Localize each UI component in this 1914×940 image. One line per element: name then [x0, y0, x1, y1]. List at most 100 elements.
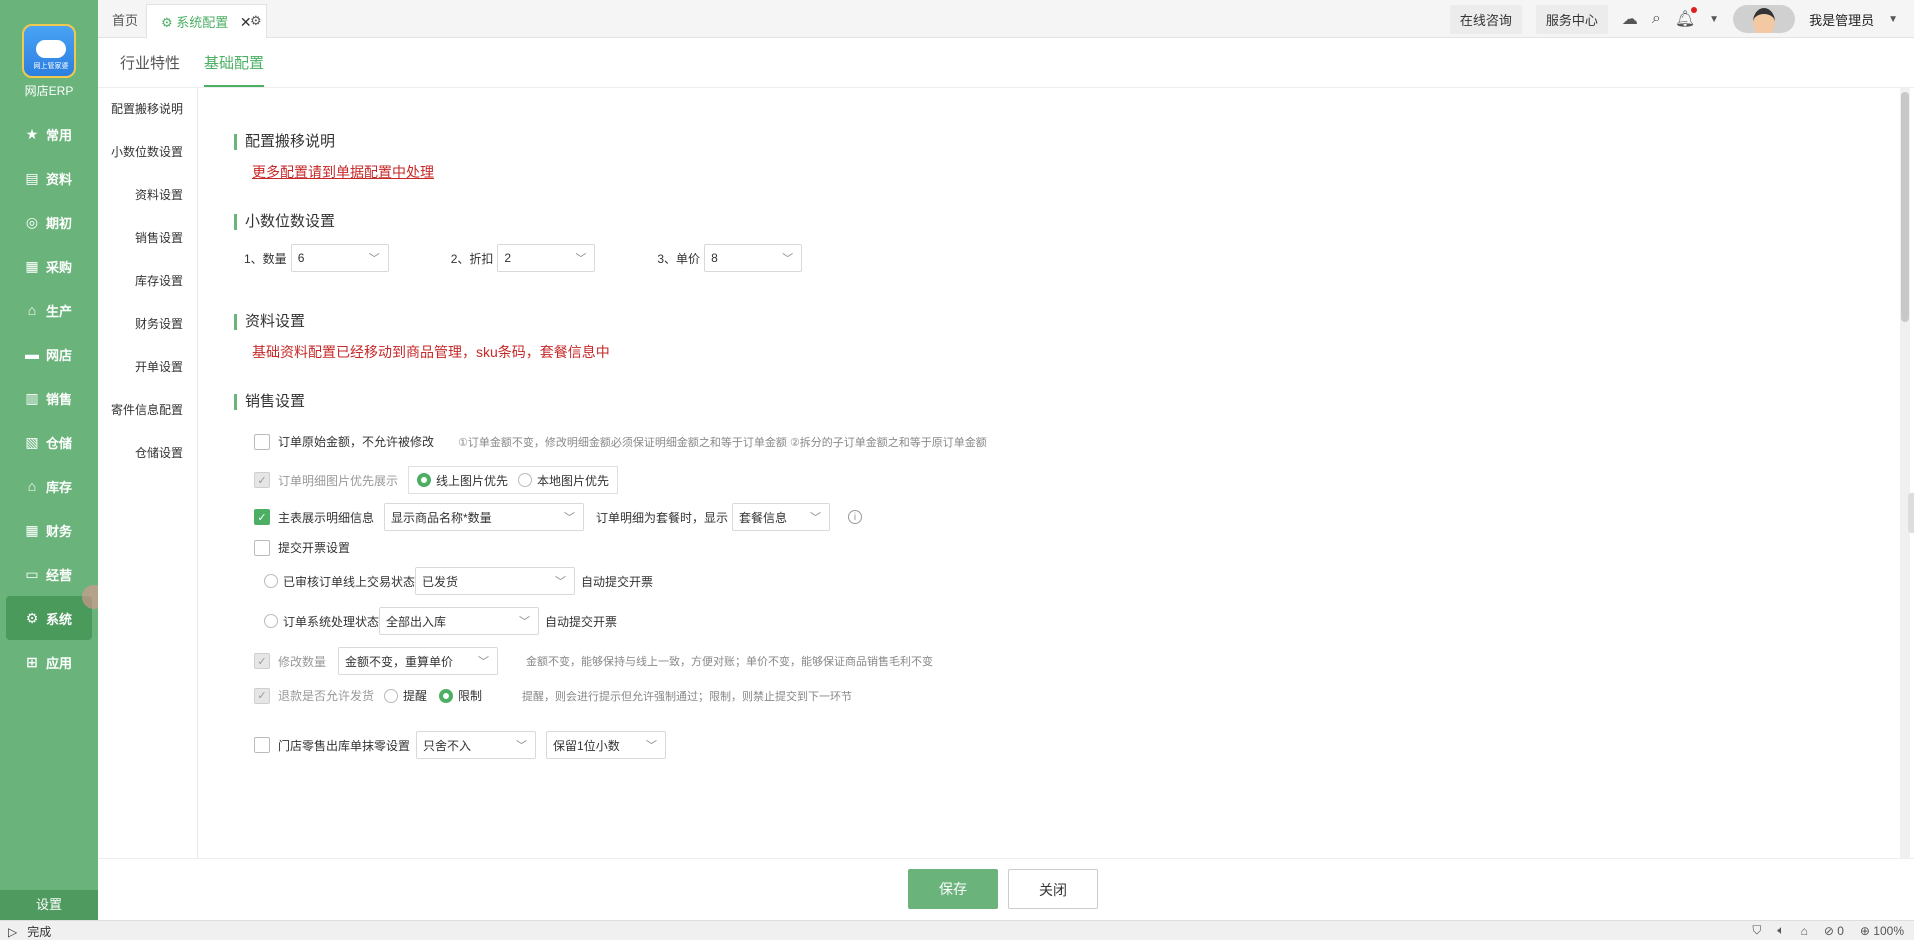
document-icon: ▤ — [25, 169, 39, 186]
speaker-icon[interactable]: 🔈︎ — [1777, 923, 1784, 938]
sidebar-item-2[interactable]: ◎ 期初 — [0, 200, 98, 244]
sidebar-item-0[interactable]: ★ 常用 — [0, 112, 98, 156]
sidebar-item-1[interactable]: ▤ 资料 — [0, 156, 98, 200]
chart-icon: ▥ — [25, 389, 39, 406]
section-nav-item[interactable]: 配置搬移说明 — [98, 88, 197, 131]
zoom-icon[interactable]: ⊕ 100% — [1860, 924, 1904, 938]
search-icon[interactable]: ⌕ — [1652, 10, 1661, 28]
app-sidebar: 网上管家婆 网店ERP ★ 常用 ▤ 资料 ◎ 期初 ▦ 采购 ⌂ 生产 ▬ 网店 ▥ 销售 ▧ 仓储 ⌂ 库存 ▦… — [0, 0, 98, 920]
img-online-option[interactable]: 线上图片优先 — [417, 472, 508, 489]
img-priority-checkbox[interactable]: ✓ — [254, 472, 270, 488]
adblock-count: 0 — [1837, 923, 1844, 938]
img-local-option[interactable]: 本地图片优先 — [518, 472, 609, 489]
status-bar: ▷ 完成 ⛉ 🔈︎ ⌂ ⊘ 0 ⊕ 100% — [0, 920, 1914, 940]
inv-opt1-radio[interactable] — [264, 574, 278, 588]
sidebar-item-label: 仓储 — [46, 435, 73, 451]
sidebar-item-12[interactable]: ⊞ 应用 — [0, 640, 98, 684]
qty-select[interactable]: 6 ﹀ — [290, 244, 389, 272]
section-nav-item[interactable]: 销售设置 — [98, 217, 197, 260]
sidebar-item-5[interactable]: ▬ 网店 — [0, 332, 98, 376]
tab-industry[interactable]: 行业特性 — [120, 52, 180, 85]
refund-note: 提醒，则会进行提示但允许强制通过；限制，则禁止提交到下一环节 — [522, 690, 853, 703]
refund-label: 退款是否允许发货 — [278, 689, 375, 703]
sidebar-item-8[interactable]: ⌂ 库存 — [0, 464, 98, 508]
sidebar-item-3[interactable]: ▦ 采购 — [0, 244, 98, 288]
sidebar-item-4[interactable]: ⌂ 生产 — [0, 288, 98, 332]
sidebar-item-label: 期初 — [46, 215, 73, 231]
main-detail-value: 显示商品名称*数量 — [391, 510, 492, 525]
lock-icon[interactable]: ⌂ — [1801, 924, 1808, 938]
refund-checkbox[interactable]: ✓ — [254, 687, 270, 704]
invoice-checkbox[interactable] — [254, 539, 270, 556]
retail-select-2[interactable]: 保留1位小数 ﹀ — [546, 731, 667, 759]
combo-select[interactable]: 套餐信息 ﹀ — [732, 503, 831, 531]
online-consult-button[interactable]: 在线咨询 — [1449, 4, 1522, 34]
modify-qty-select[interactable]: 金额不变，重算单价 ﹀ — [338, 647, 499, 675]
user-name[interactable]: 我是管理员 — [1809, 10, 1874, 29]
section-nav-item[interactable]: 资料设置 — [98, 174, 197, 217]
inv-opt1-select[interactable]: 已发货 ﹀ — [415, 567, 576, 595]
zoom-level: 100% — [1873, 923, 1904, 938]
avatar[interactable] — [1733, 5, 1796, 33]
tab-basic-config[interactable]: 基础配置 — [204, 52, 265, 87]
tab-home-label: 首页 — [112, 13, 139, 28]
scrollbar-thumb[interactable] — [1901, 92, 1909, 322]
modify-qty-checkbox[interactable]: ✓ — [254, 653, 270, 669]
chevron-down-icon: ﹀ — [555, 576, 567, 588]
section-nav-item[interactable]: 仓储设置 — [98, 432, 197, 475]
orig-amount-checkbox[interactable] — [254, 433, 270, 450]
finance-icon: ▦ — [25, 521, 39, 538]
invoice-row: 提交开票设置 — [254, 539, 350, 556]
section-nav-item[interactable]: 库存设置 — [98, 260, 197, 303]
sidebar-item-7[interactable]: ▧ 仓储 — [0, 420, 98, 464]
scrollbar[interactable] — [1900, 88, 1910, 858]
inv-opt2-radio[interactable] — [264, 614, 278, 628]
section-nav-item[interactable]: 财务设置 — [98, 303, 197, 346]
retail-select-1[interactable]: 只舍不入 ﹀ — [416, 731, 537, 759]
main-detail-select[interactable]: 显示商品名称*数量 ﹀ — [384, 503, 585, 531]
inv-opt2-value: 全部出入库 — [386, 614, 447, 629]
section-nav-item[interactable]: 开单设置 — [98, 346, 197, 389]
retail-value-2: 保留1位小数 — [553, 738, 620, 753]
price-select[interactable]: 8 ﹀ — [704, 244, 803, 272]
qty-value: 6 — [297, 251, 305, 265]
main-detail-checkbox[interactable]: ✓ — [254, 509, 270, 525]
tab-home[interactable]: 首页 — [98, 4, 152, 38]
refund-limit-radio[interactable] — [439, 688, 454, 703]
section-nav-item[interactable]: 寄件信息配置 — [98, 389, 197, 432]
shield-icon[interactable]: ⛉ — [1752, 923, 1761, 938]
sidebar-item-label: 财务 — [46, 523, 73, 539]
refund-remind-radio[interactable] — [384, 688, 399, 703]
img-local-radio[interactable] — [518, 473, 533, 487]
inv-opt2-select[interactable]: 全部出入库 ﹀ — [379, 607, 540, 635]
migrate-link[interactable]: 更多配置请到单据配置中处理 — [252, 162, 434, 182]
notification-dot — [1691, 7, 1698, 13]
sidebar-item-6[interactable]: ▥ 销售 — [0, 376, 98, 420]
app-logo[interactable]: 网上管家婆 — [22, 24, 76, 78]
close-button[interactable]: 关闭 — [1008, 869, 1098, 909]
combo-value: 套餐信息 — [739, 510, 788, 525]
user-menu-chevron-icon[interactable]: ▼ — [1888, 14, 1898, 25]
info-icon[interactable]: i — [848, 510, 863, 524]
adblock-icon[interactable]: ⊘ 0 — [1824, 924, 1844, 938]
sidebar-item-label: 生产 — [46, 303, 73, 319]
img-priority-label: 订单明细图片优先展示 — [278, 473, 399, 488]
bell-icon[interactable]: 🔔︎ — [1675, 7, 1698, 29]
settings-button[interactable]: 设置 — [0, 890, 98, 920]
invoice-option-1: 已审核订单线上交易状态 已发货 ﹀ 自动提交开票 — [264, 567, 653, 595]
service-center-button[interactable]: 服务中心 — [1535, 4, 1608, 34]
chevron-down-icon[interactable]: ▼ — [1709, 14, 1719, 25]
img-online-radio[interactable] — [417, 473, 432, 487]
sidebar-item-9[interactable]: ▦ 财务 — [0, 508, 98, 552]
tab-settings-gear[interactable]: ⚙ — [236, 4, 276, 38]
side-panel-handle[interactable] — [1908, 493, 1914, 533]
section-nav-item[interactable]: 小数位数设置 — [98, 131, 197, 174]
retail-checkbox[interactable] — [254, 737, 270, 753]
chevron-down-icon: ﹀ — [478, 656, 490, 668]
price-value: 8 — [711, 251, 718, 265]
inv-auto2-label: 自动提交开票 — [545, 614, 618, 629]
discount-select[interactable]: 2 ﹀ — [497, 244, 596, 272]
cloud-download-icon[interactable]: ☁ — [1622, 9, 1638, 29]
sidebar-item-11[interactable]: ⚙ 系统 — [6, 596, 92, 640]
save-button[interactable]: 保存 — [908, 869, 998, 909]
